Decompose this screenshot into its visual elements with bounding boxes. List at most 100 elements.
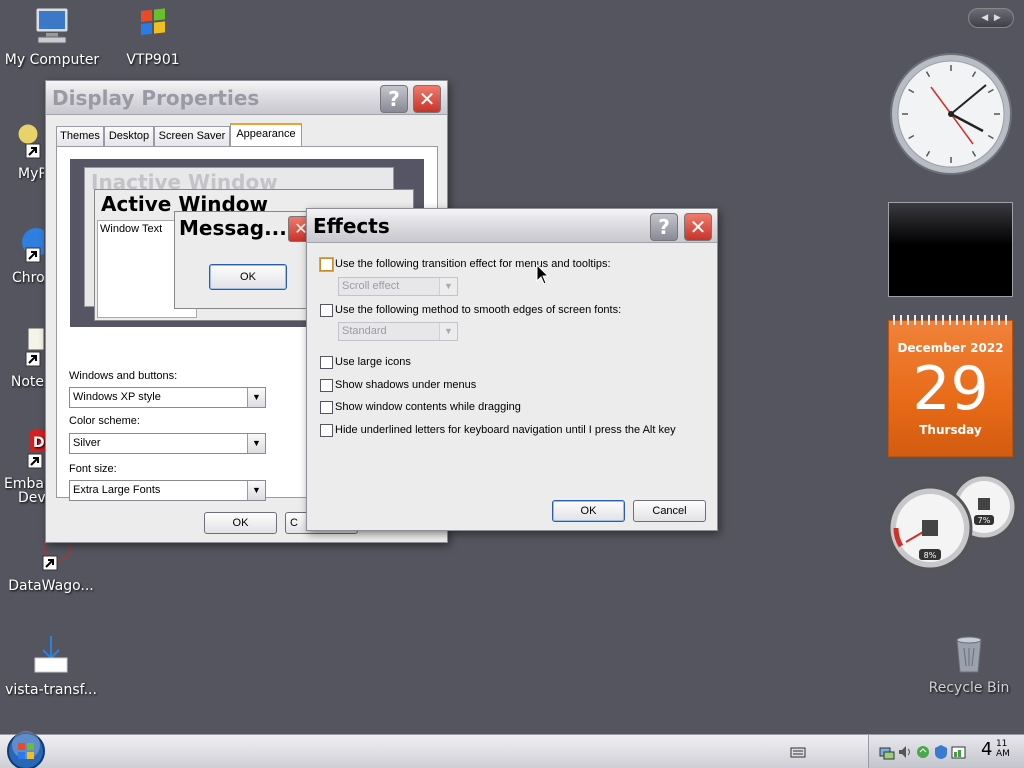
desktop-icon-myp[interactable]: MyP (0, 118, 44, 182)
font-size-select[interactable]: Extra Large Fonts ▼ (69, 480, 266, 501)
clock-ampm: AM (995, 749, 1010, 759)
desktop-icon-recycle-bin[interactable]: Recycle Bin (919, 632, 1019, 696)
chevron-left-icon[interactable]: ◀ (981, 13, 988, 23)
recycle-bin-icon (956, 636, 982, 673)
power-icon[interactable] (951, 744, 967, 760)
cancel-button[interactable]: Cancel (633, 500, 706, 522)
cpu-meter-gadget[interactable]: 8% 7% (888, 472, 1018, 572)
menu-shadows-checkbox[interactable] (320, 379, 333, 392)
transition-effect-checkbox[interactable] (320, 258, 333, 271)
desktop-icon-my-computer[interactable]: My Computer (2, 4, 102, 68)
desktop-icon-vtp901[interactable]: VTP901 (103, 4, 203, 68)
tab-strip: Themes Desktop Screen Saver Appearance (56, 123, 446, 146)
desktop-icon-vista-transf[interactable]: vista-transf... (1, 634, 101, 698)
display-properties-titlebar[interactable]: Display Properties ? ✕ (46, 81, 447, 115)
question-icon: ? (388, 87, 400, 111)
calendar-weekday: Thursday (919, 423, 982, 437)
preview-ok-button: OK (209, 264, 287, 290)
sidebar-navigation[interactable]: ◀ ▶ (968, 8, 1014, 28)
transition-effect-label: Use the following transition effect for … (335, 258, 611, 270)
cpu-usage-value: 8% (924, 551, 937, 560)
close-icon: ✕ (689, 215, 707, 239)
network-icon[interactable] (879, 744, 895, 760)
desktop-icon-label: Recycle Bin (928, 680, 1010, 696)
shortcut-icon (17, 123, 41, 159)
notepad-icon (25, 327, 44, 367)
windows-and-buttons-label: Windows and buttons: (69, 370, 178, 382)
desktop-icon-chrome[interactable]: Chro (0, 222, 44, 286)
large-icons-checkbox[interactable] (320, 356, 333, 369)
close-icon: ✕ (418, 87, 436, 111)
desktop-icon-label: Note (10, 374, 44, 390)
chevron-down-icon: ▼ (247, 388, 265, 407)
memory-usage-value: 7% (978, 516, 991, 525)
chrome-icon (22, 228, 44, 263)
tab-themes[interactable]: Themes (56, 126, 104, 146)
windows-and-buttons-value: Windows XP style (73, 391, 161, 403)
color-scheme-value: Silver (73, 437, 101, 449)
calendar-day: 29 (912, 354, 989, 424)
chevron-down-icon: ▼ (439, 278, 457, 295)
volume-icon[interactable] (897, 744, 913, 760)
effects-dialog[interactable]: Effects ? ✕ Use the following transition… (306, 208, 718, 531)
windows-flag-icon (141, 8, 165, 35)
svg-text:D: D (33, 435, 45, 451)
download-icon (34, 636, 68, 673)
desktop-icon-label: MyP (18, 166, 44, 182)
desktop-icon-notepad[interactable]: Note (0, 326, 44, 390)
help-button[interactable]: ? (650, 213, 678, 241)
window-title: Display Properties (52, 86, 260, 110)
font-size-label: Font size: (69, 463, 117, 475)
calendar-gadget[interactable]: December 2022 29 Thursday (888, 315, 1013, 457)
effects-titlebar[interactable]: Effects ? ✕ (307, 209, 717, 243)
calendar-rings (893, 315, 1009, 325)
chevron-down-icon: ▼ (247, 481, 265, 500)
smooth-fonts-select[interactable]: Standard ▼ (338, 322, 458, 341)
font-size-value: Extra Large Fonts (73, 484, 161, 496)
security-icon[interactable] (933, 744, 949, 760)
desktop-icon-label: vista-transf... (5, 682, 97, 698)
keyboard-icon[interactable] (790, 745, 806, 759)
chevron-down-icon: ▼ (247, 434, 265, 453)
desktop-icon-label-line2: Dev (18, 490, 46, 506)
preview-window-text: Window Text (100, 223, 163, 235)
help-button[interactable]: ? (380, 85, 408, 113)
drag-contents-checkbox[interactable] (320, 401, 333, 414)
calendar-month-year: December 2022 (897, 341, 1004, 355)
preview-message-title: Messag... (179, 216, 287, 240)
close-button[interactable]: ✕ (684, 213, 712, 241)
smooth-fonts-checkbox[interactable] (320, 304, 333, 317)
clock-gadget[interactable] (889, 52, 1013, 176)
hide-underlines-label: Hide underlined letters for keyboard nav… (335, 424, 676, 436)
computer-icon (35, 7, 69, 44)
smooth-fonts-value: Standard (342, 325, 387, 337)
desktop-icon-embarcadero[interactable]: D Emba Dev (0, 428, 48, 506)
ok-button[interactable]: OK (552, 500, 625, 522)
menu-shadows-label: Show shadows under menus (335, 379, 477, 391)
large-icons-label: Use large icons (335, 356, 411, 368)
tab-desktop[interactable]: Desktop (104, 126, 154, 146)
chevron-right-icon[interactable]: ▶ (994, 13, 1001, 23)
dialog-title: Effects (313, 214, 390, 238)
slideshow-gadget[interactable] (888, 202, 1013, 297)
tab-appearance[interactable]: Appearance (230, 123, 302, 146)
color-scheme-select[interactable]: Silver ▼ (69, 433, 266, 454)
chevron-down-icon: ▼ (439, 323, 457, 340)
sync-icon[interactable] (915, 744, 931, 760)
windows-and-buttons-select[interactable]: Windows XP style ▼ (69, 387, 266, 408)
tab-screen-saver[interactable]: Screen Saver (154, 126, 230, 146)
system-tray: 4 11 AM (868, 735, 1024, 768)
ok-button[interactable]: OK (204, 512, 277, 534)
clock-hour: 4 (981, 739, 993, 760)
transition-effect-value: Scroll effect (342, 280, 400, 292)
drag-contents-label: Show window contents while dragging (335, 401, 521, 413)
taskbar: 4 11 AM (0, 731, 1024, 768)
start-button[interactable] (4, 731, 48, 768)
taskbar-clock[interactable]: 4 11 AM (981, 739, 1010, 760)
color-scheme-label: Color scheme: (69, 415, 140, 427)
desktop-icon-label: My Computer (4, 52, 100, 68)
hide-underlines-checkbox[interactable] (320, 424, 333, 437)
close-button[interactable]: ✕ (413, 85, 441, 113)
transition-effect-select[interactable]: Scroll effect ▼ (338, 277, 458, 296)
embarcadero-icon: D (27, 430, 46, 469)
